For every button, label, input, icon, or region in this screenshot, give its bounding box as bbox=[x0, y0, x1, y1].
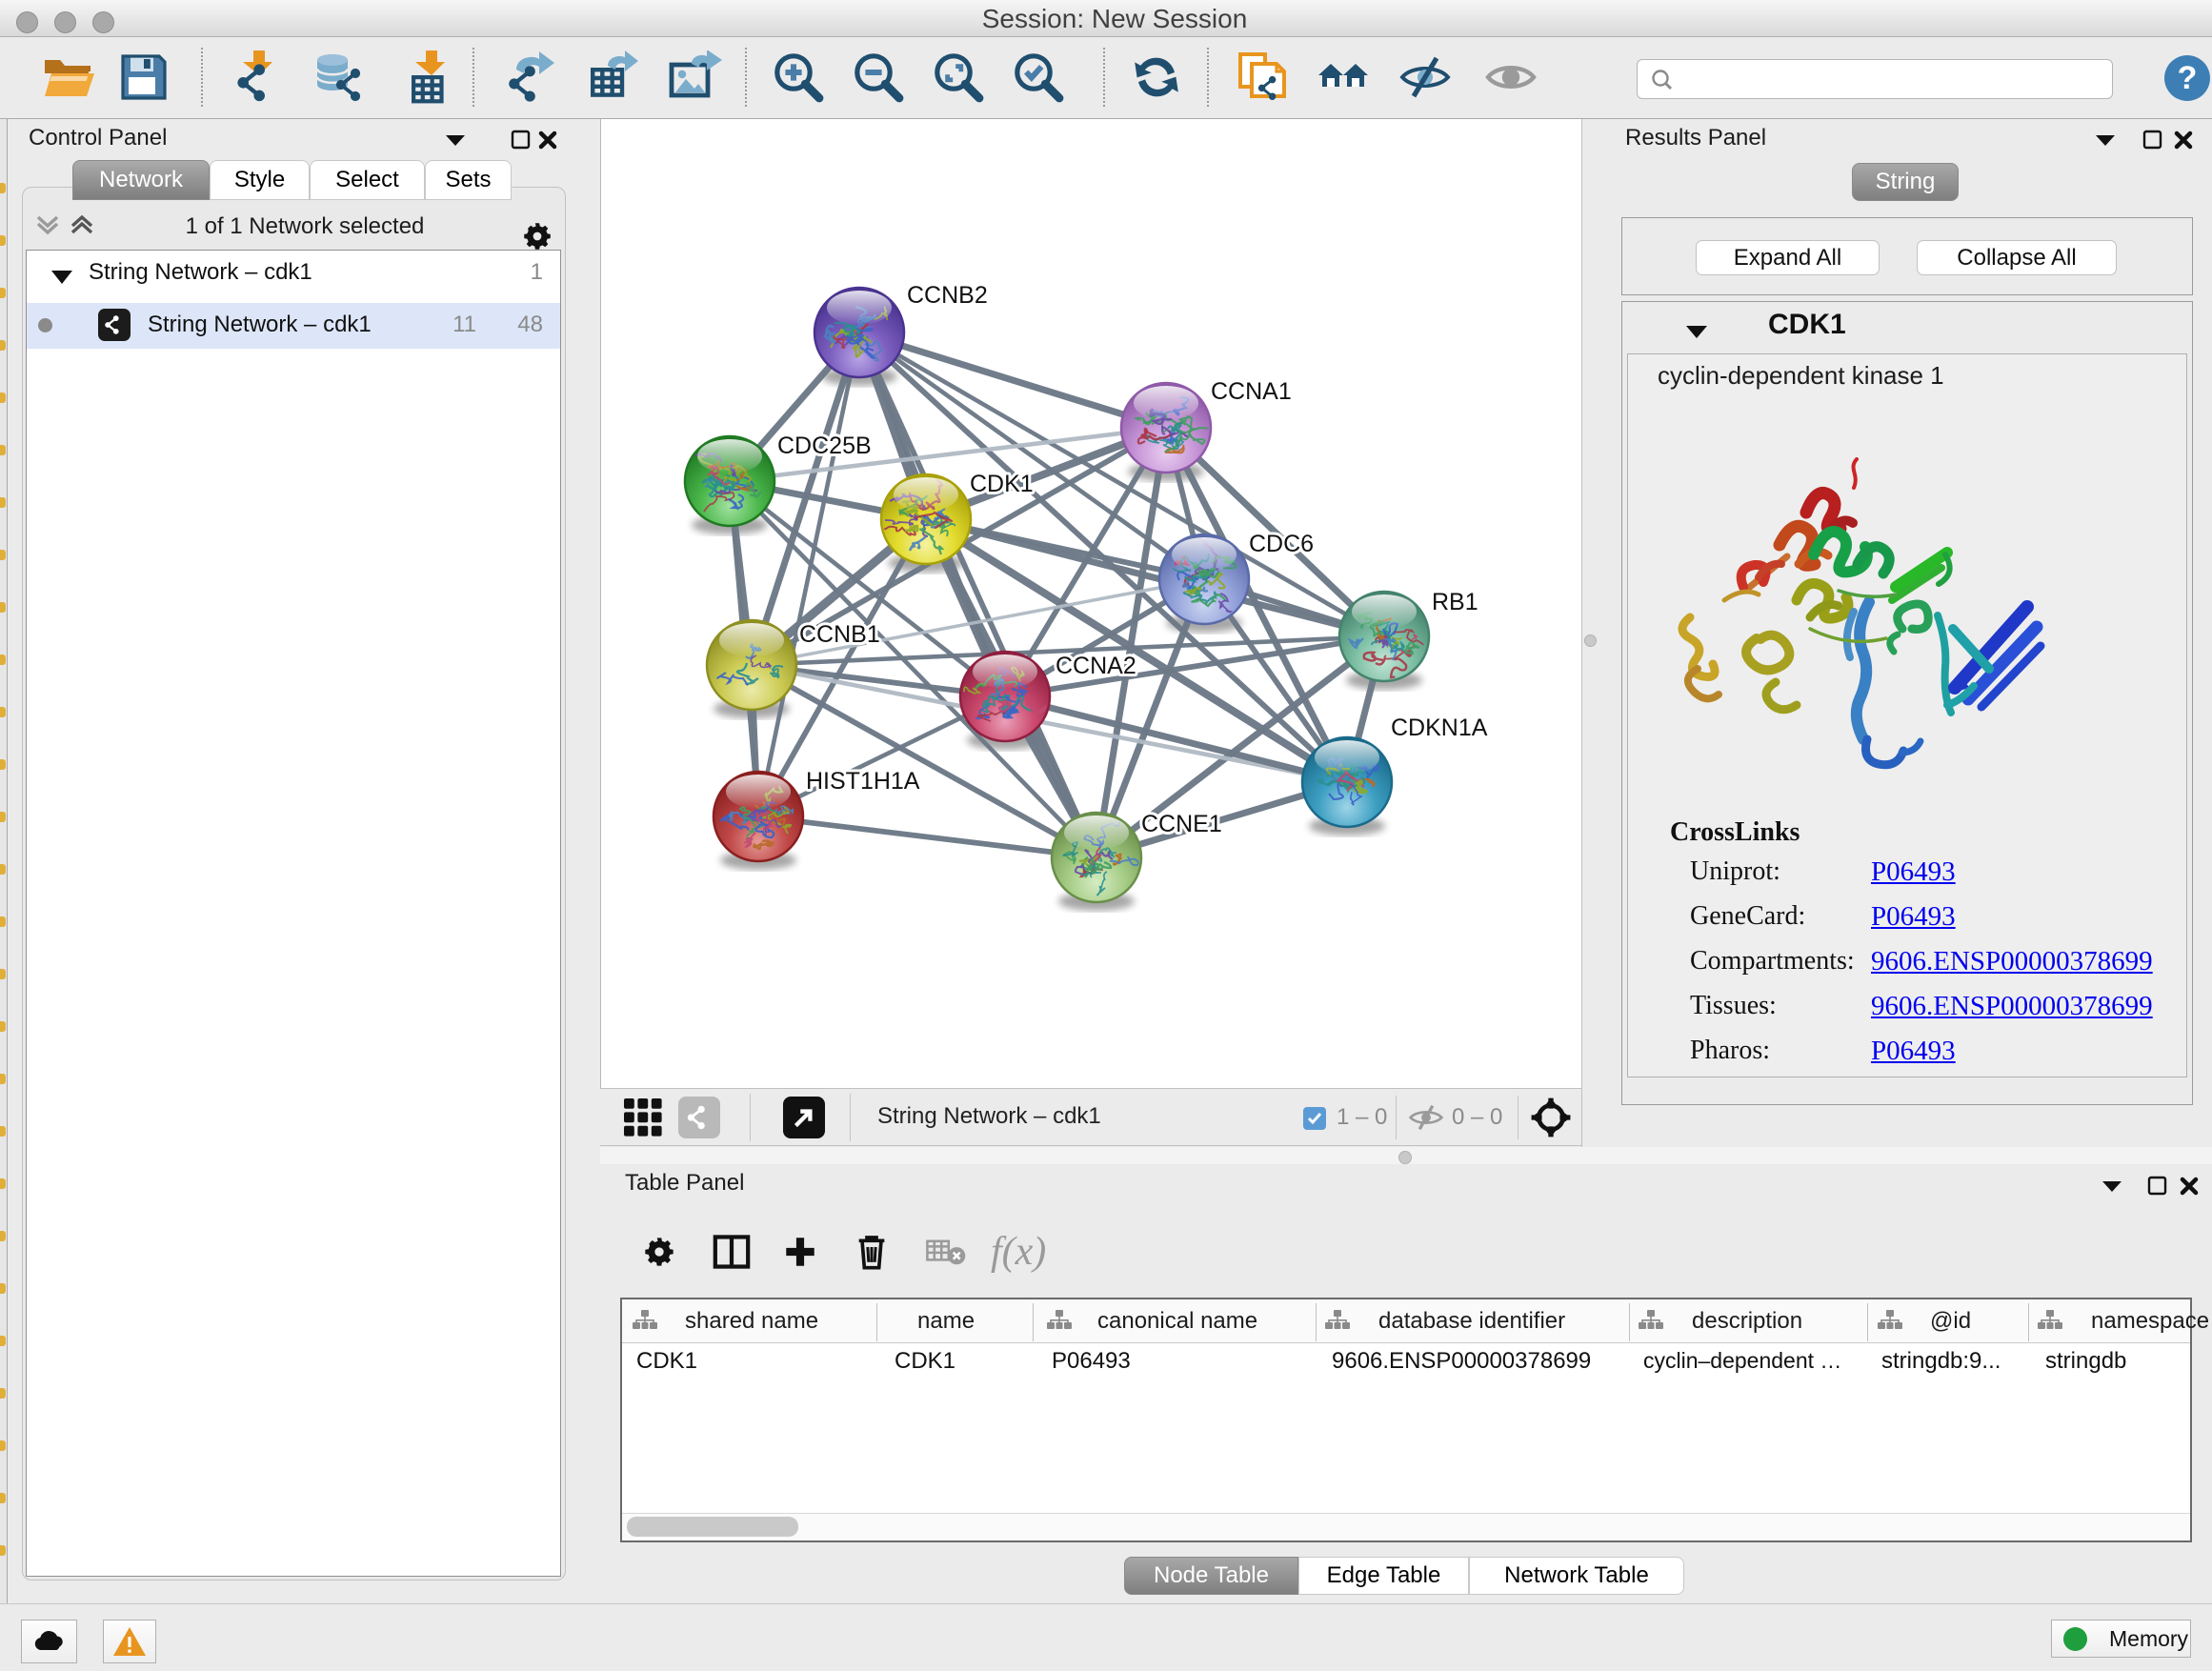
svg-text:CCNB1: CCNB1 bbox=[799, 621, 880, 648]
svg-text:CDK1: CDK1 bbox=[970, 471, 1034, 497]
svg-text:RB1: RB1 bbox=[1432, 589, 1478, 615]
svg-text:CCNA2: CCNA2 bbox=[1056, 653, 1136, 679]
svg-text:CDC25B: CDC25B bbox=[777, 433, 872, 459]
svg-text:HIST1H1A: HIST1H1A bbox=[806, 768, 920, 795]
svg-text:CCNE1: CCNE1 bbox=[1141, 811, 1222, 837]
svg-text:CCNB2: CCNB2 bbox=[907, 282, 988, 309]
svg-text:CDC6: CDC6 bbox=[1249, 531, 1314, 557]
svg-text:CDKN1A: CDKN1A bbox=[1391, 715, 1488, 741]
svg-text:CCNA1: CCNA1 bbox=[1211, 378, 1292, 405]
